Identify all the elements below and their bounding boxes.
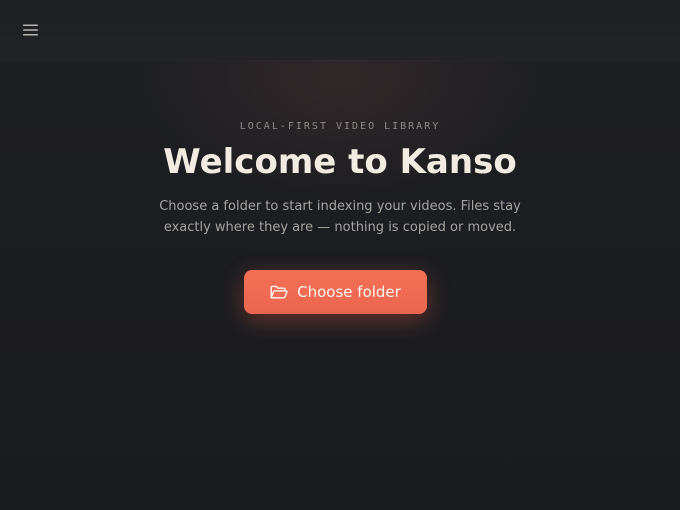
choose-folder-button[interactable]: Choose folder bbox=[244, 270, 427, 314]
welcome-hero: LOCAL-FIRST VIDEO LIBRARY Welcome to Kan… bbox=[0, 0, 680, 510]
choose-folder-label: Choose folder bbox=[297, 283, 401, 301]
eyebrow-label: LOCAL-FIRST VIDEO LIBRARY bbox=[239, 121, 441, 132]
welcome-description: Choose a folder to start indexing your v… bbox=[159, 199, 521, 235]
page-title: Welcome to Kanso bbox=[163, 142, 517, 182]
folder-open-icon bbox=[270, 285, 288, 300]
